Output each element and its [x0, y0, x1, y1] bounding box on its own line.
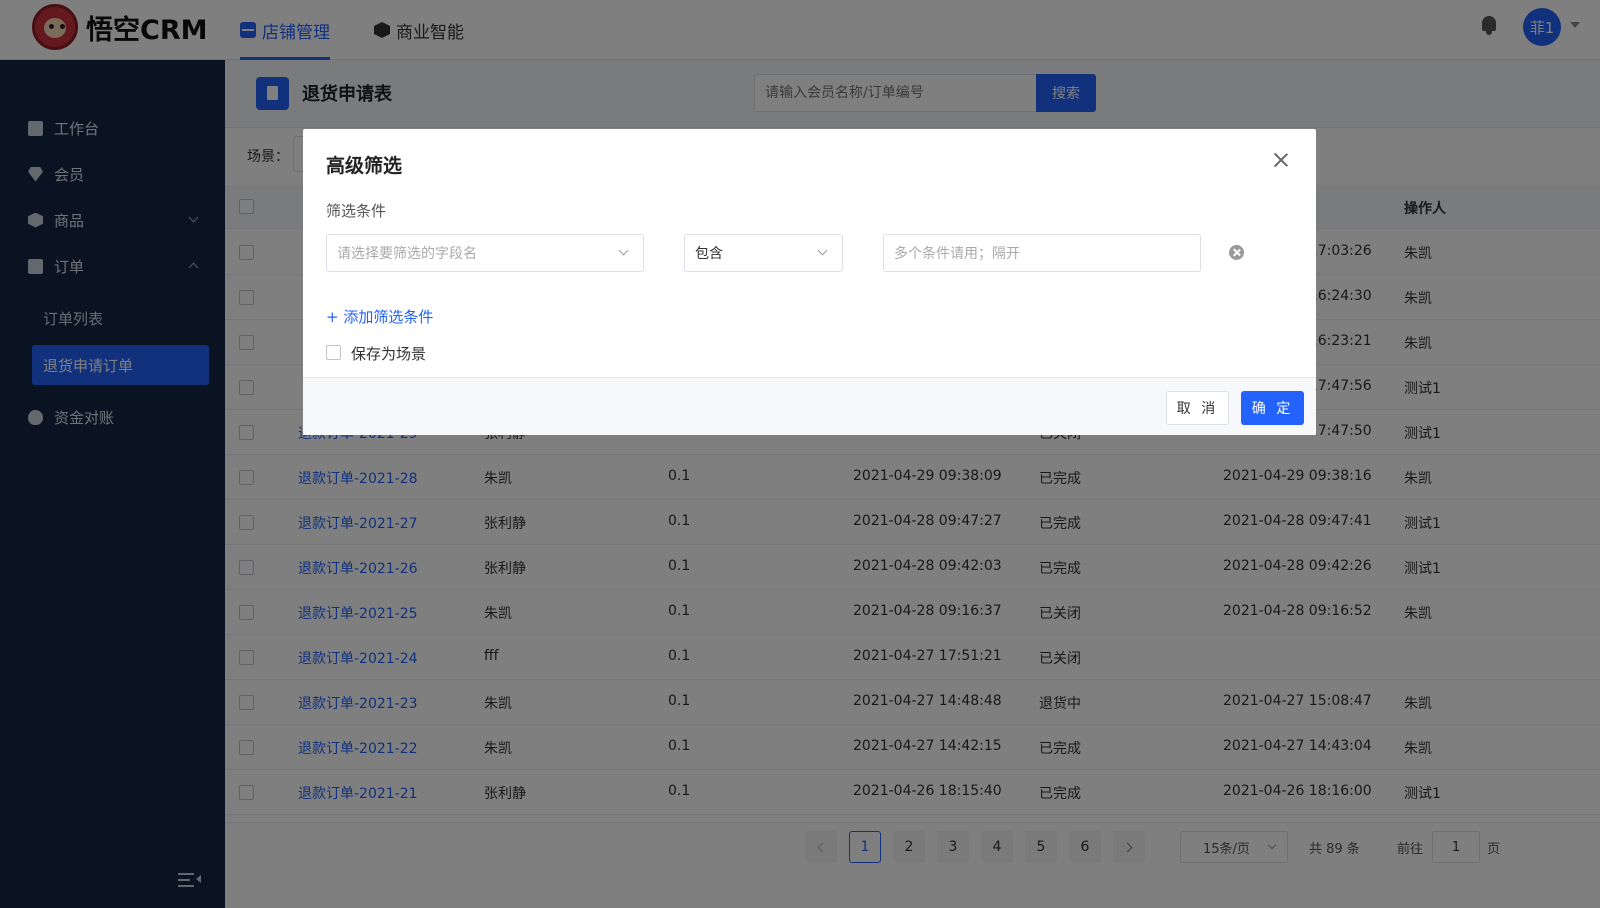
cancel-button[interactable]: 取 消 — [1166, 391, 1229, 425]
confirm-button[interactable]: 确 定 — [1241, 391, 1304, 425]
close-icon[interactable] — [1272, 151, 1290, 169]
filter-field-placeholder: 请选择要筛选的字段名 — [337, 246, 477, 262]
add-filter-condition-link[interactable]: + 添加筛选条件 — [326, 306, 433, 327]
filter-value-input[interactable]: 多个条件请用；隔开 — [883, 234, 1201, 272]
advanced-filter-dialog: 高级筛选 筛选条件 请选择要筛选的字段名 包含 多个条件请用；隔开 + 添加筛选… — [303, 129, 1316, 435]
chevron-down-icon — [618, 245, 629, 256]
dialog-title: 高级筛选 — [326, 155, 403, 177]
dialog-footer: 取 消 确 定 — [303, 377, 1316, 435]
filter-operator-select[interactable]: 包含 — [684, 234, 843, 272]
save-as-scene-label[interactable]: 保存为场景 — [351, 343, 426, 364]
filter-operator-value: 包含 — [695, 246, 723, 262]
filter-field-select[interactable]: 请选择要筛选的字段名 — [326, 234, 644, 272]
filter-conditions-label: 筛选条件 — [326, 202, 387, 220]
chevron-down-icon — [817, 245, 828, 256]
save-as-scene-checkbox[interactable] — [326, 345, 341, 360]
remove-condition-icon[interactable] — [1229, 245, 1244, 260]
filter-value-placeholder: 多个条件请用；隔开 — [894, 246, 1020, 262]
